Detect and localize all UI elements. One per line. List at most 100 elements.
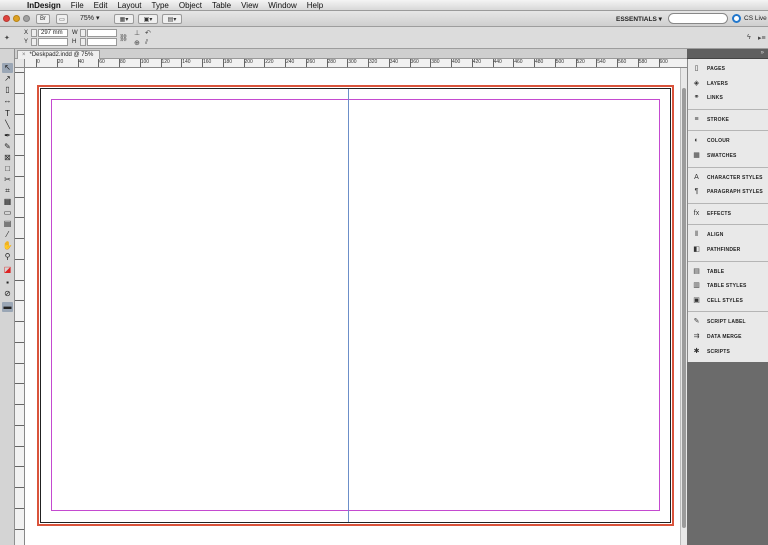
fill-stroke-icon[interactable]: ◪ [2,265,13,275]
rotate-icon[interactable]: ↶ [145,29,151,37]
dock-panel-paragraph-styles[interactable]: ¶ PARAGRAPH STYLES [688,185,768,199]
document-tab[interactable]: × *Deskpad2.indd @ 75% [17,50,101,59]
page-tool-icon[interactable]: ▯ [2,85,13,95]
pencil-tool-icon[interactable]: ✎ [2,142,13,152]
bridge-icon[interactable]: Br [36,14,50,24]
ruler-label: 20 [57,59,64,65]
direct-selection-tool-icon[interactable]: ↗ [2,74,13,84]
width-field[interactable] [87,29,117,37]
hand-tool-icon[interactable]: ✋ [2,241,13,251]
apply-color-icon[interactable]: ▪ [2,278,13,288]
rectangle-frame-tool-icon[interactable]: ⊠ [2,153,13,163]
cs-live-icon[interactable] [732,14,741,23]
height-field[interactable] [87,38,117,46]
rectangle-tool-icon[interactable]: □ [2,164,13,174]
menu-indesign[interactable]: InDesign [22,1,66,10]
menu-help[interactable]: Help [302,1,328,10]
dock-panel-swatches[interactable]: ▦ SWATCHES [688,149,768,163]
pen-tool-icon[interactable]: ✒ [2,131,13,141]
dock-panel-layers[interactable]: ◈ LAYERS [688,77,768,91]
zoom-level-dropdown[interactable]: 75% ▾ [80,14,99,22]
search-input[interactable] [668,13,728,24]
mini-bridge-icon[interactable]: ▭ [56,14,68,24]
data-merge-icon: ⇉ [693,333,700,340]
dock-panel-align[interactable]: ⫴ ALIGN [688,228,768,242]
view-options-icon[interactable]: ▦▾ [114,14,134,24]
dock-panel-table[interactable]: ▤ TABLE [688,265,768,279]
type-tool-icon[interactable]: T [2,109,13,119]
collapse-dock-icon[interactable]: » [761,50,764,56]
minimize-window-button[interactable] [13,15,20,22]
scale-y-icon[interactable]: ⊕ [134,39,140,47]
dock-panel-links[interactable]: ⚭ LINKS [688,91,768,105]
gap-tool-icon[interactable]: ↔ [2,96,13,106]
h-label: H [72,39,77,45]
ruler-tick [15,507,24,509]
shear-icon[interactable]: ⫽ [145,39,148,47]
ruler-label: 540 [597,59,606,65]
pasteboard[interactable] [25,68,687,545]
menu-table[interactable]: Table [207,1,236,10]
control-panel-menu-icon[interactable]: ▸≡ [758,34,766,42]
note-tool-icon[interactable]: ▤ [2,219,13,229]
table-styles-icon: ▥ [693,282,700,290]
screen-mode-icon[interactable]: ▣▾ [138,14,158,24]
workspace-switcher[interactable]: ESSENTIALS ▾ [616,15,662,23]
close-window-button[interactable] [3,15,10,22]
x-stepper[interactable] [31,29,37,37]
x-position-field[interactable]: 297 mm [38,29,68,37]
ruler-tick [15,113,24,115]
gradient-swatch-tool-icon[interactable]: ▦ [2,197,13,207]
ruler-tick [15,217,24,219]
scale-x-icon[interactable]: ⊥ [134,29,140,37]
dock-panel-table-styles[interactable]: ▥ TABLE STYLES [688,279,768,293]
free-transform-tool-icon[interactable]: ⌗ [2,186,13,196]
vertical-ruler[interactable] [15,68,25,545]
menu-type[interactable]: Type [147,1,174,10]
zoom-tool-icon[interactable]: ⚲ [2,252,13,262]
h-stepper[interactable] [80,38,86,46]
dock-panel-colour[interactable]: ◐ COLOUR [688,134,768,148]
dock-panel-cell-styles[interactable]: ▣ CELL STYLES [688,294,768,308]
document-title: *Deskpad2.indd @ 75% [29,52,94,58]
menu-edit[interactable]: Edit [89,1,113,10]
arrange-documents-icon[interactable]: ▤▾ [162,14,182,24]
y-label: Y [24,39,29,45]
horizontal-ruler[interactable]: 0 20 40 60 80 100 120 140 160 180 200 220 240 260 280 3… [25,59,687,68]
vertical-scrollbar[interactable] [680,68,687,545]
selection-tool-icon[interactable]: ↖ [2,63,13,73]
dock-panel-effects[interactable]: fx EFFECTS [688,207,768,221]
dock-panel-pages[interactable]: ▯ PAGES [688,62,768,76]
menu-layout[interactable]: Layout [112,1,146,10]
dock-panel-pathfinder[interactable]: ◧ PATHFINDER [688,243,768,257]
column-guide [348,89,349,522]
menu-file[interactable]: File [66,1,89,10]
w-stepper[interactable] [80,29,86,37]
eyedropper-tool-icon[interactable]: ⁄ [2,230,13,240]
scissors-tool-icon[interactable]: ✂ [2,175,13,185]
zoom-level-value: 75% [80,15,95,22]
dock-panel-character-styles[interactable]: A CHARACTER STYLES [688,171,768,185]
screen-mode-tool-icon[interactable]: ▬ [2,302,13,312]
scrollbar-thumb[interactable] [682,88,686,528]
y-stepper[interactable] [31,38,37,46]
dock-header[interactable]: » [687,49,768,59]
y-position-field[interactable] [38,38,68,46]
gradient-feather-tool-icon[interactable]: ▭ [2,208,13,218]
menu-view[interactable]: View [236,1,263,10]
menu-window[interactable]: Window [263,1,301,10]
dock-panel-scripts[interactable]: ✱ SCRIPTS [688,345,768,359]
lightning-icon[interactable]: ϟ [747,34,751,41]
dock-panel-stroke[interactable]: ≡ STROKE [688,113,768,127]
close-tab-icon[interactable]: × [22,52,26,58]
dock-panel-script-label[interactable]: ✎ SCRIPT LABEL [688,315,768,329]
cs-live-button[interactable]: CS Live [744,15,767,22]
zoom-window-button[interactable] [23,15,30,22]
constrain-proportions-icon[interactable]: ⛓ [119,34,128,42]
menu-object[interactable]: Object [174,1,207,10]
dock-panel-data-merge[interactable]: ⇉ DATA MERGE [688,330,768,344]
line-tool-icon[interactable]: ╲ [2,120,13,130]
apply-none-icon[interactable]: ⊘ [2,289,13,299]
ruler-origin[interactable] [15,59,25,68]
reference-point-icon[interactable]: ✦ [4,34,10,42]
